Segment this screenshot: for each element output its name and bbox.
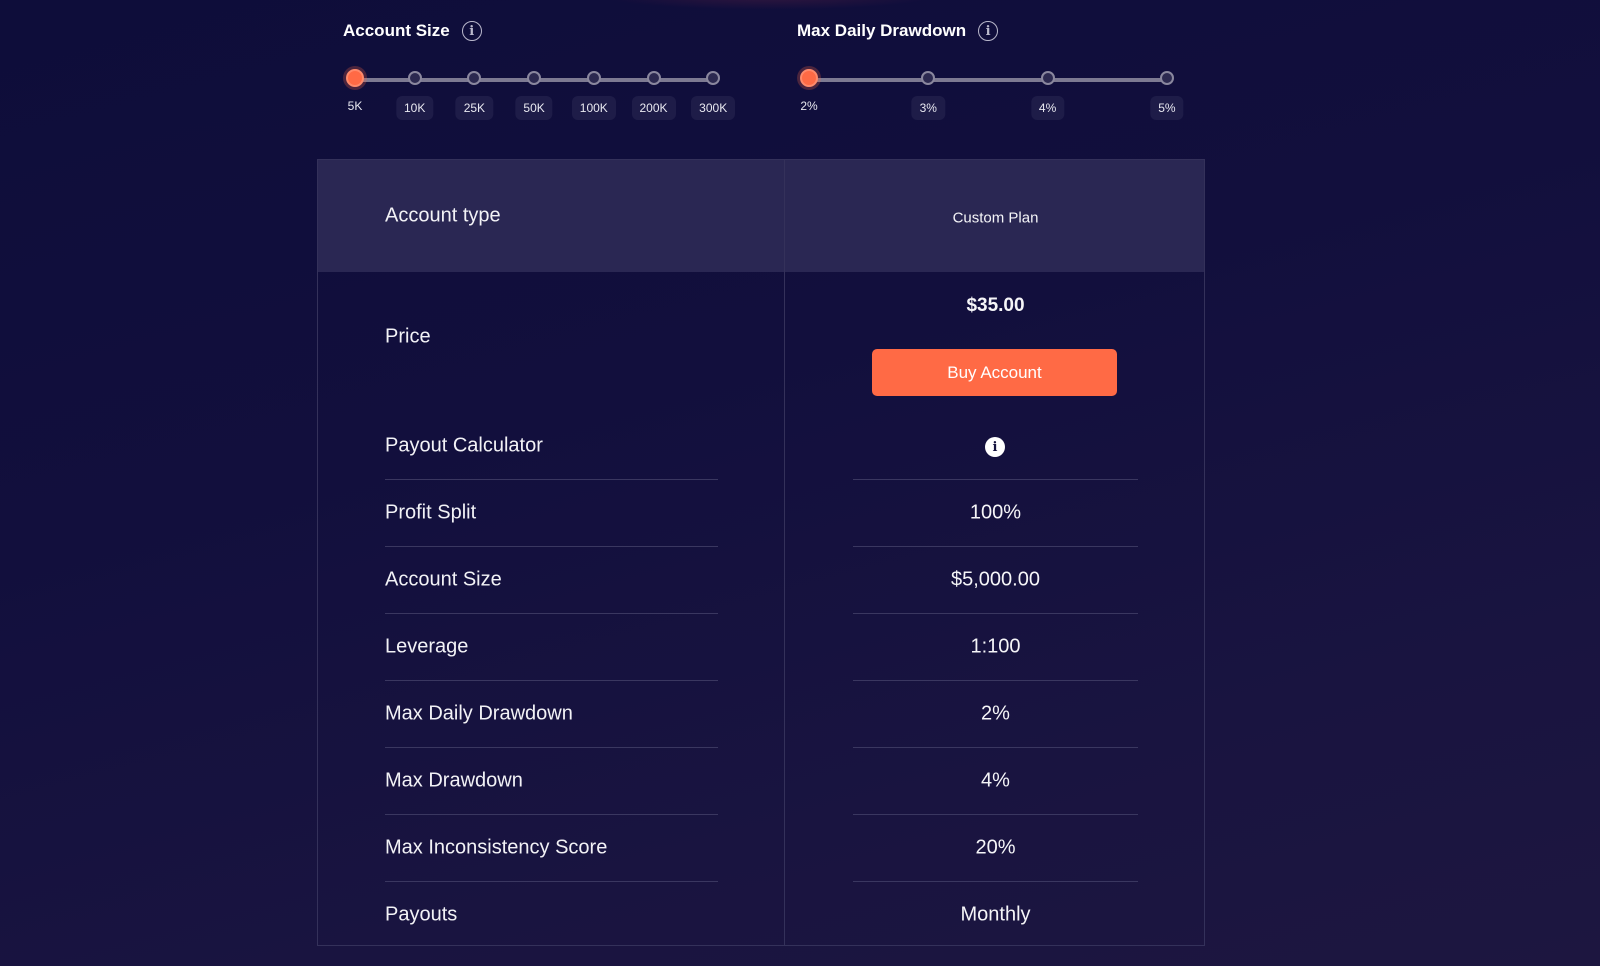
- account-size-stop[interactable]: [586, 71, 601, 85]
- account-size-stop[interactable]: [706, 71, 721, 85]
- row-divider: [385, 814, 718, 815]
- drawdown-title-row: Max Daily Drawdown i: [797, 18, 1197, 44]
- drawdown-option-label[interactable]: 4%: [1030, 96, 1065, 120]
- account-size-option-label[interactable]: 10K: [396, 96, 434, 120]
- row-divider: [385, 613, 718, 614]
- max-daily-drawdown-value: 2%: [981, 702, 1010, 724]
- drawdown-option-label[interactable]: 5%: [1150, 96, 1184, 120]
- account-size-label: Account Size: [385, 568, 502, 590]
- price-label: Price: [385, 325, 431, 348]
- row-divider: [385, 680, 718, 681]
- drawdown-stop[interactable]: [800, 69, 818, 87]
- row-divider: [385, 881, 718, 882]
- account-size-option-label[interactable]: 5K: [340, 94, 371, 118]
- drawdown-title: Max Daily Drawdown: [797, 21, 967, 40]
- row-divider: [853, 680, 1138, 681]
- row-divider: [853, 747, 1138, 748]
- drawdown-track[interactable]: [809, 78, 1167, 82]
- account-size-value: $5,000.00: [951, 568, 1040, 590]
- row-divider: [853, 613, 1138, 614]
- account-size-option-label[interactable]: 50K: [515, 96, 553, 120]
- payouts-label: Payouts: [385, 903, 458, 925]
- max-inconsistency-score-label: Max Inconsistency Score: [385, 836, 608, 858]
- drawdown-option-label[interactable]: 3%: [911, 96, 945, 120]
- account-size-stop[interactable]: [346, 69, 364, 87]
- account-size-stop[interactable]: [407, 71, 422, 85]
- leverage-label: Leverage: [385, 635, 469, 657]
- max-drawdown-value: 4%: [981, 769, 1010, 791]
- max-daily-drawdown-label: Max Daily Drawdown: [385, 702, 573, 724]
- account-size-slider[interactable]: Account Size i 5K 10K 25K 50K 100K 200K 300K: [343, 18, 743, 120]
- account-size-stop[interactable]: [527, 71, 542, 85]
- profit-split-label: Profit Split: [385, 501, 477, 523]
- price-value: $35.00: [966, 295, 1025, 316]
- drawdown-option-label[interactable]: 2%: [792, 94, 825, 118]
- account-size-option-label[interactable]: 100K: [571, 96, 616, 120]
- payout-calculator-label: Payout Calculator: [385, 434, 543, 457]
- row-divider: [853, 479, 1138, 480]
- max-inconsistency-score-value: 20%: [975, 836, 1016, 858]
- row-divider: [853, 881, 1138, 882]
- row-divider: [385, 747, 718, 748]
- drawdown-stop[interactable]: [1159, 71, 1174, 85]
- column-divider: [784, 160, 785, 945]
- account-size-option-label[interactable]: 200K: [631, 96, 676, 120]
- account-size-title-row: Account Size i: [343, 18, 743, 44]
- drawdown-stop[interactable]: [1040, 71, 1055, 85]
- row-divider: [385, 546, 718, 547]
- account-size-info-icon[interactable]: i: [461, 21, 482, 41]
- drawdown-stop[interactable]: [921, 71, 936, 85]
- account-size-title: Account Size: [343, 21, 450, 40]
- account-type-value: Custom Plan: [952, 209, 1039, 227]
- account-size-stop[interactable]: [467, 71, 482, 85]
- top-glow: [600, 0, 940, 10]
- account-size-option-label[interactable]: 300K: [691, 96, 736, 120]
- account-size-option-label[interactable]: 25K: [455, 96, 494, 120]
- max-drawdown-label: Max Drawdown: [385, 769, 523, 791]
- plan-table: Account type Custom Plan Price $35.00 Bu…: [317, 159, 1205, 946]
- row-divider: [853, 814, 1138, 815]
- account-type-label: Account type: [385, 204, 501, 227]
- profit-split-value: 100%: [969, 501, 1022, 523]
- leverage-value: 1:100: [970, 635, 1021, 657]
- row-divider: [853, 546, 1138, 547]
- payouts-value: Monthly: [960, 903, 1031, 925]
- row-divider: [385, 479, 718, 480]
- max-daily-drawdown-slider[interactable]: Max Daily Drawdown i 2% 3% 4% 5%: [797, 18, 1197, 120]
- payout-calculator-info-icon[interactable]: i: [985, 437, 1005, 457]
- drawdown-info-icon[interactable]: i: [978, 21, 999, 41]
- buy-account-button[interactable]: Buy Account: [872, 349, 1117, 396]
- account-size-stop[interactable]: [646, 71, 661, 85]
